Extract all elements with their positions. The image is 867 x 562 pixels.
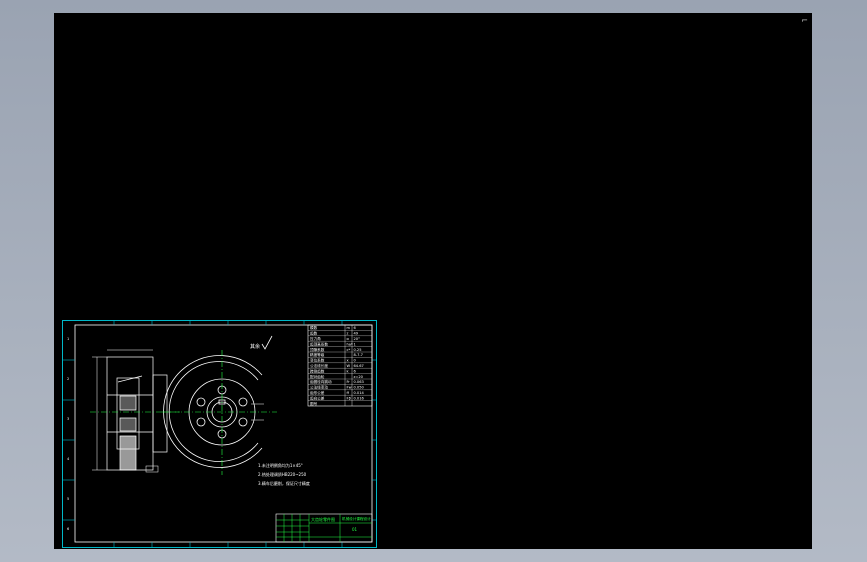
- param-cell: Fr: [347, 380, 351, 384]
- param-cell: 齿形公差: [310, 390, 325, 395]
- param-cell: 8-7-7: [354, 353, 363, 357]
- param-cell: 压力角: [310, 336, 321, 341]
- param-cell: α: [347, 337, 350, 341]
- param-cell: 0.016: [354, 396, 365, 400]
- sheet-outer-border: [62, 320, 377, 548]
- param-cell: 公法线变动: [310, 385, 328, 390]
- param-cell: ff: [347, 391, 350, 395]
- frame-grid-number: 5: [67, 497, 69, 501]
- param-cell: k: [347, 369, 350, 373]
- param-cell: 配对齿轮: [310, 374, 325, 379]
- param-cell: c*: [347, 348, 351, 352]
- param-cell: 公法线长度: [310, 363, 328, 368]
- param-cell: 齿向公差: [310, 395, 325, 400]
- model-space-viewport[interactable]: ⌐ 其余 1.未注明倒角均为1×45° 2.热处理调质HB220~250 3.精…: [54, 13, 812, 549]
- param-cell: 0: [354, 359, 357, 363]
- drawing-sheet: 其余 1.未注明倒角均为1×45° 2.热处理调质HB220~250 3.精车后…: [62, 320, 377, 548]
- param-cell: 6: [354, 369, 357, 373]
- note-line: 3.精车后磨削，保证尺寸精度: [258, 480, 310, 486]
- param-cell: 20°: [354, 337, 361, 341]
- gear-parameter-table: 模数 m 6齿数 z 49压力角 α 20°齿顶高系数 ha* 1顶隙系数 c* 0.25精度等级 8…: [307, 324, 373, 407]
- frame-grid-number: 6: [67, 527, 69, 531]
- note-line: 2.热处理调质HB220~250: [258, 471, 307, 477]
- param-cell: 齿顶高系数: [310, 341, 328, 346]
- param-cell: Fw: [347, 386, 352, 390]
- frame-grid-number: 1: [67, 337, 69, 341]
- gear-section-view: [92, 349, 168, 473]
- title-block-drawing-no: 01: [352, 527, 358, 532]
- param-cell: ha*: [347, 342, 353, 346]
- note-line: 1.未注明倒角均为1×45°: [258, 462, 303, 468]
- param-cell: 64.67: [354, 364, 364, 368]
- param-cell: 6: [354, 326, 357, 330]
- frame-grid-number: 4: [67, 457, 70, 461]
- param-cell: x: [347, 359, 350, 363]
- param-cell: 顶隙系数: [310, 347, 325, 352]
- param-cell: 图号: [310, 401, 318, 406]
- gear-front-view: [163, 355, 264, 468]
- param-cell: 齿圈径向跳动: [310, 379, 332, 384]
- param-cell: 0.050: [354, 386, 365, 390]
- param-cell: 49: [354, 332, 359, 336]
- param-cell: 0.25: [354, 348, 362, 352]
- frame-grid-number: 2: [67, 377, 69, 381]
- param-cell: 齿数: [310, 331, 318, 336]
- param-cell: 变位系数: [310, 358, 325, 363]
- param-cell: 1: [354, 342, 356, 346]
- param-cell: 精度等级: [310, 352, 325, 357]
- roughness-note: 其余: [250, 343, 260, 350]
- title-block-school: 机械设计课程设计: [342, 516, 371, 521]
- viewcube-corner-icon[interactable]: ⌐: [801, 16, 808, 25]
- frame-ticks: [62, 320, 377, 548]
- param-cell: 跨测齿数: [310, 368, 325, 373]
- param-cell: W: [347, 364, 351, 368]
- param-cell: m: [347, 326, 351, 330]
- title-block-name: 大齿轮零件图: [311, 516, 335, 522]
- frame-grid-number: 3: [67, 417, 69, 421]
- param-cell: z: [347, 332, 349, 336]
- param-cell: 模数: [310, 325, 318, 330]
- technical-notes: 1.未注明倒角均为1×45° 2.热处理调质HB220~250 3.精车后磨削，…: [258, 462, 310, 486]
- front-centerlines: [162, 350, 277, 475]
- roughness-symbol-icon: [261, 335, 273, 350]
- param-cell: Fβ: [347, 396, 352, 400]
- param-cell: 0.063: [354, 380, 364, 384]
- title-block: 大齿轮零件图 机械设计课程设计 01: [275, 513, 373, 543]
- param-cell: 0.014: [354, 391, 365, 395]
- param-cell: z=20: [354, 375, 364, 379]
